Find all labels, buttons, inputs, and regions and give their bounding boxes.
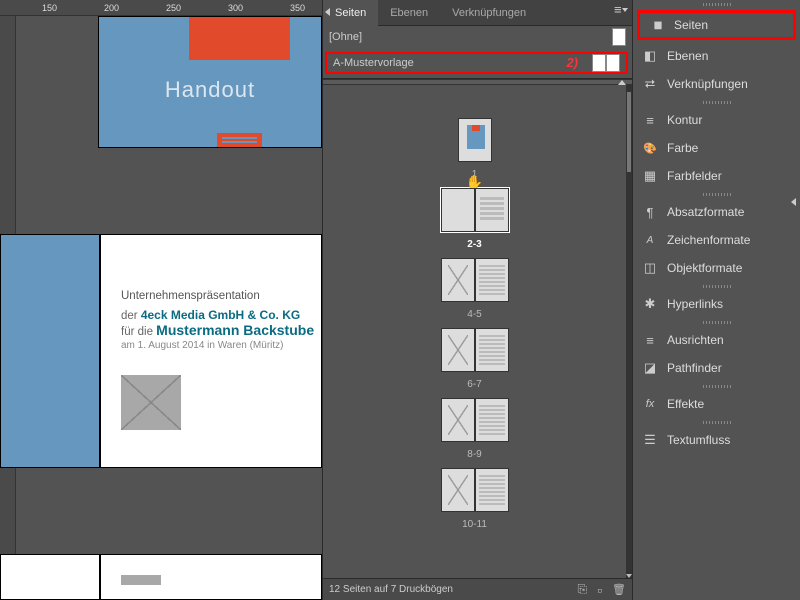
master-a-row[interactable]: A-Mustervorlage 2) bbox=[325, 52, 628, 74]
page-1-artboard[interactable]: Handout bbox=[98, 16, 322, 148]
master-page-icon bbox=[612, 28, 626, 46]
spread-thumb-6-7[interactable]: 6-7 bbox=[323, 328, 626, 390]
sidebar-item-absatzformate[interactable]: Absatzformate bbox=[633, 198, 800, 226]
sidebar-item-seiten[interactable]: Seiten bbox=[637, 10, 796, 40]
stroke-icon bbox=[641, 111, 659, 129]
sidebar-item-verknuepfungen[interactable]: Verknüpfungen bbox=[633, 70, 800, 98]
panel-menu-icon[interactable] bbox=[612, 4, 628, 20]
links-icon bbox=[641, 75, 659, 93]
panel-tabs: Seiten Ebenen Verknüpfungen bbox=[323, 0, 632, 26]
master-none-row[interactable]: [Ohne] bbox=[323, 26, 632, 48]
pages-icon bbox=[648, 16, 666, 34]
textwrap-icon bbox=[641, 431, 659, 449]
align-icon bbox=[641, 331, 659, 349]
panel-grip[interactable] bbox=[633, 190, 800, 198]
presentation-line3[interactable]: am 1. August 2014 in Waren (Müritz) bbox=[121, 340, 321, 351]
sidebar-item-objektformate[interactable]: Objektformate bbox=[633, 254, 800, 282]
page-3-artboard[interactable]: Unternehmenspräsentation der 4eck Media … bbox=[100, 234, 322, 468]
sidebar-item-kontur[interactable]: Kontur bbox=[633, 106, 800, 134]
sidebar-item-zeichenformate[interactable]: Zeichenformate bbox=[633, 226, 800, 254]
sidebar-item-pathfinder[interactable]: Pathfinder bbox=[633, 354, 800, 382]
orange-rectangle[interactable] bbox=[189, 17, 290, 60]
hyperlink-icon bbox=[641, 295, 659, 313]
panel-grip[interactable] bbox=[633, 0, 800, 8]
section-resize-handle[interactable] bbox=[323, 79, 632, 85]
image-placeholder[interactable] bbox=[121, 375, 181, 430]
sidebar-item-farbe[interactable]: Farbe bbox=[633, 134, 800, 162]
panel-grip[interactable] bbox=[633, 318, 800, 326]
color-icon bbox=[641, 139, 659, 157]
character-style-icon bbox=[641, 231, 659, 249]
master-a-label: A-Mustervorlage bbox=[333, 57, 414, 69]
ruler-horizontal: 150 200 250 300 350 bbox=[0, 0, 322, 16]
master-none-label: [Ohne] bbox=[329, 31, 362, 43]
presentation-line2[interactable]: für die Mustermann Backstube bbox=[121, 322, 321, 338]
sidebar-item-farbfelder[interactable]: Farbfelder bbox=[633, 162, 800, 190]
tab-verknuepfungen[interactable]: Verknüpfungen bbox=[440, 0, 538, 26]
delete-page-icon[interactable] bbox=[612, 582, 626, 598]
object-style-icon bbox=[641, 259, 659, 277]
layers-icon bbox=[641, 47, 659, 65]
presentation-line1[interactable]: der 4eck Media GmbH & Co. KG bbox=[121, 308, 321, 322]
presentation-heading[interactable]: Unternehmenspräsentation bbox=[121, 290, 321, 302]
annotation-number: 2) bbox=[566, 55, 578, 70]
panel-grip[interactable] bbox=[633, 418, 800, 426]
sidebar-item-ausrichten[interactable]: Ausrichten bbox=[633, 326, 800, 354]
right-sidebar: Seiten Ebenen Verknüpfungen Kontur Farbe… bbox=[632, 0, 800, 600]
page-thumbnails-list[interactable]: 1 ✋ 2-3 4-5 6-7 8-9 10-11 bbox=[323, 110, 626, 580]
sidebar-item-hyperlinks[interactable]: Hyperlinks bbox=[633, 290, 800, 318]
page-5-artboard[interactable] bbox=[100, 554, 322, 600]
pages-panel-footer: 12 Seiten auf 7 Druckbögen bbox=[323, 578, 632, 600]
panel-grip[interactable] bbox=[633, 382, 800, 390]
document-canvas[interactable]: 150 200 250 300 350 Handout Unternehmens… bbox=[0, 0, 322, 600]
swatches-icon bbox=[641, 167, 659, 185]
page-title-text[interactable]: Handout bbox=[99, 77, 321, 103]
effects-icon bbox=[641, 395, 659, 413]
spread-thumb-10-11[interactable]: 10-11 bbox=[323, 468, 626, 530]
spread-thumb-4-5[interactable]: 4-5 bbox=[323, 258, 626, 320]
panel-grip[interactable] bbox=[633, 282, 800, 290]
paragraph-style-icon bbox=[641, 203, 659, 221]
page-2-artboard[interactable] bbox=[0, 234, 100, 468]
page-4-artboard[interactable] bbox=[0, 554, 100, 600]
tab-ebenen[interactable]: Ebenen bbox=[378, 0, 440, 26]
orange-menu-icon[interactable] bbox=[217, 133, 262, 147]
page-count-label: 12 Seiten auf 7 Druckbögen bbox=[329, 584, 453, 595]
edit-page-icon[interactable] bbox=[577, 582, 587, 598]
new-page-icon[interactable] bbox=[597, 582, 602, 598]
tab-seiten[interactable]: Seiten bbox=[323, 0, 378, 26]
panel-grip[interactable] bbox=[633, 98, 800, 106]
master-page-icon bbox=[606, 54, 620, 72]
sidebar-item-textumfluss[interactable]: Textumfluss bbox=[633, 426, 800, 454]
spread-thumb-8-9[interactable]: 8-9 bbox=[323, 398, 626, 460]
expand-arrow-icon[interactable] bbox=[791, 198, 800, 208]
sidebar-item-effekte[interactable]: Effekte bbox=[633, 390, 800, 418]
spread-thumb-2-3[interactable]: ✋ 2-3 bbox=[323, 188, 626, 250]
pathfinder-icon bbox=[641, 359, 659, 377]
spread-thumb-1[interactable]: 1 bbox=[323, 118, 626, 180]
sidebar-item-ebenen[interactable]: Ebenen bbox=[633, 42, 800, 70]
master-pages-section: [Ohne] A-Mustervorlage 2) bbox=[323, 26, 632, 79]
spread-4-5-artboard[interactable] bbox=[0, 554, 322, 600]
pages-panel: Seiten Ebenen Verknüpfungen [Ohne] A-Mus… bbox=[322, 0, 632, 600]
spread-2-3-artboard[interactable]: Unternehmenspräsentation der 4eck Media … bbox=[0, 234, 322, 468]
master-page-icon bbox=[592, 54, 606, 72]
placeholder-block[interactable] bbox=[121, 575, 161, 585]
